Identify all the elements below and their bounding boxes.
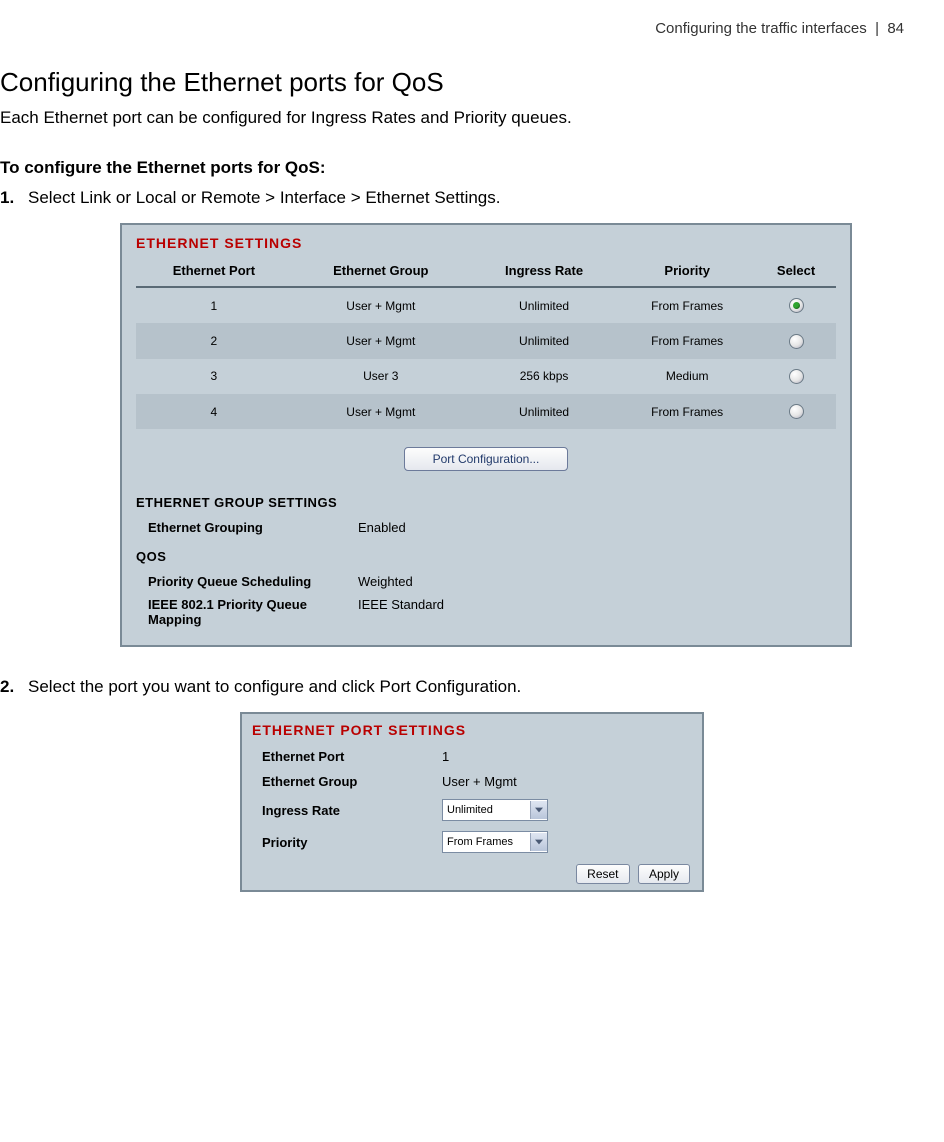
group-value: User + Mgmt (442, 774, 692, 789)
priority-queue-scheduling-value: Weighted (358, 574, 836, 589)
header-sep: | (875, 20, 879, 37)
table-row: 4 User + Mgmt Unlimited From Frames (136, 394, 836, 429)
priority-select-value: From Frames (447, 836, 513, 848)
cell-group: User + Mgmt (292, 287, 470, 323)
cell-prio: From Frames (618, 394, 756, 429)
cell-port: 3 (136, 359, 292, 394)
col-priority: Priority (618, 257, 756, 287)
port-label: Ethernet Port (262, 749, 442, 764)
step-2: 2. Select the port you want to configure… (0, 677, 944, 697)
ingress-rate-select[interactable]: Unlimited (442, 799, 548, 821)
table-row: 1 User + Mgmt Unlimited From Frames (136, 287, 836, 323)
qos-title: QOS (136, 549, 836, 564)
ieee-priority-mapping-value: IEEE Standard (358, 597, 836, 627)
select-radio-2[interactable] (789, 334, 804, 349)
cell-rate: 256 kbps (470, 359, 618, 394)
port-configuration-button[interactable]: Port Configuration... (404, 447, 569, 471)
intro-text: Each Ethernet port can be configured for… (0, 108, 944, 128)
reset-button[interactable]: Reset (576, 864, 629, 884)
apply-button[interactable]: Apply (638, 864, 690, 884)
select-radio-3[interactable] (789, 369, 804, 384)
select-radio-4[interactable] (789, 404, 804, 419)
cell-prio: From Frames (618, 287, 756, 323)
priority-label: Priority (262, 835, 442, 850)
col-ingress-rate: Ingress Rate (470, 257, 618, 287)
header-page-number: 84 (887, 20, 904, 37)
table-row: 2 User + Mgmt Unlimited From Frames (136, 323, 836, 358)
header-section: Configuring the traffic interfaces (655, 20, 867, 37)
port-value: 1 (442, 749, 692, 764)
cell-rate: Unlimited (470, 394, 618, 429)
table-row: 3 User 3 256 kbps Medium (136, 359, 836, 394)
ethernet-settings-panel: ETHERNET SETTINGS Ethernet Port Ethernet… (120, 223, 852, 647)
cell-prio: From Frames (618, 323, 756, 358)
cell-group: User + Mgmt (292, 394, 470, 429)
ethernet-grouping-value: Enabled (358, 520, 836, 535)
subheading: To configure the Ethernet ports for QoS: (0, 158, 944, 178)
col-ethernet-port: Ethernet Port (136, 257, 292, 287)
step-1-text: Select Link or Local or Remote > Interfa… (28, 188, 944, 208)
step-2-number: 2. (0, 677, 28, 697)
col-select: Select (756, 257, 836, 287)
step-2-text: Select the port you want to configure an… (28, 677, 944, 697)
chevron-down-icon (530, 833, 547, 851)
group-label: Ethernet Group (262, 774, 442, 789)
ethernet-grouping-label: Ethernet Grouping (148, 520, 358, 535)
step-1-number: 1. (0, 188, 28, 208)
page-header: Configuring the traffic interfaces | 84 (0, 20, 944, 37)
ethernet-port-settings-panel: ETHERNET PORT SETTINGS Ethernet Port 1 E… (240, 712, 704, 892)
priority-select[interactable]: From Frames (442, 831, 548, 853)
ingress-rate-label: Ingress Rate (262, 803, 442, 818)
cell-rate: Unlimited (470, 287, 618, 323)
cell-rate: Unlimited (470, 323, 618, 358)
cell-port: 2 (136, 323, 292, 358)
priority-queue-scheduling-label: Priority Queue Scheduling (148, 574, 358, 589)
ethernet-settings-title: ETHERNET SETTINGS (136, 235, 836, 251)
cell-group: User + Mgmt (292, 323, 470, 358)
page-title: Configuring the Ethernet ports for QoS (0, 67, 944, 98)
ieee-priority-mapping-label: IEEE 802.1 Priority Queue Mapping (148, 597, 358, 627)
ingress-rate-select-value: Unlimited (447, 804, 493, 816)
cell-group: User 3 (292, 359, 470, 394)
ethernet-group-settings-title: ETHERNET GROUP SETTINGS (136, 495, 836, 510)
cell-port: 4 (136, 394, 292, 429)
cell-port: 1 (136, 287, 292, 323)
step-1: 1. Select Link or Local or Remote > Inte… (0, 188, 944, 208)
ethernet-table: Ethernet Port Ethernet Group Ingress Rat… (136, 257, 836, 429)
col-ethernet-group: Ethernet Group (292, 257, 470, 287)
select-radio-1[interactable] (789, 298, 804, 313)
cell-prio: Medium (618, 359, 756, 394)
chevron-down-icon (530, 801, 547, 819)
ethernet-port-settings-title: ETHERNET PORT SETTINGS (252, 722, 692, 738)
